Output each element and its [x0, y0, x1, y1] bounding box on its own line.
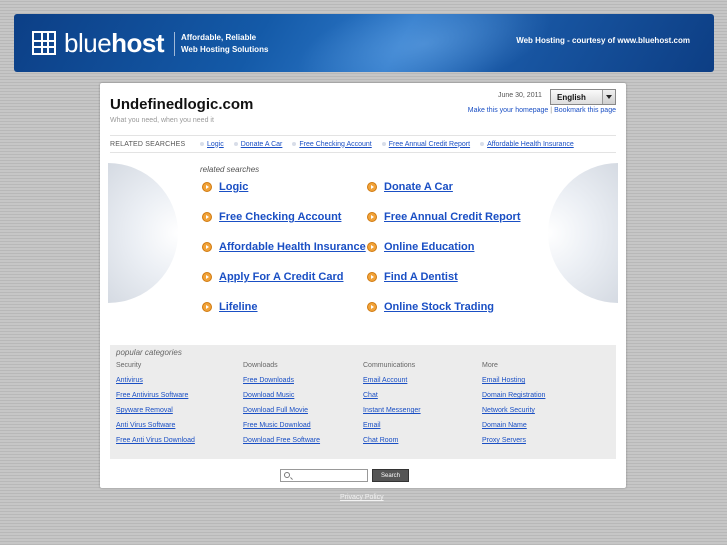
- category-column-security: Security Antivirus Free Antivirus Softwa…: [116, 362, 195, 452]
- popular-categories: popular categories Security Antivirus Fr…: [110, 345, 616, 459]
- category-link[interactable]: Email: [363, 422, 421, 437]
- site-subtitle: What you need, when you need it: [110, 117, 214, 124]
- search-form: Search: [280, 469, 410, 482]
- related-searches-label: related searches: [200, 165, 260, 174]
- search-input[interactable]: [280, 469, 368, 482]
- related-bar-link[interactable]: Donate A Car: [233, 141, 282, 148]
- category-link[interactable]: Download Full Movie: [243, 407, 320, 422]
- related-bar-link[interactable]: Free Checking Account: [292, 141, 372, 148]
- arrow-right-icon: [367, 302, 377, 312]
- category-link[interactable]: Download Music: [243, 392, 320, 407]
- date-label: June 30, 2011: [498, 92, 542, 99]
- site-title: Undefinedlogic.com: [110, 96, 254, 113]
- tagline-line2: Web Hosting Solutions: [181, 45, 269, 54]
- language-value: English: [557, 93, 586, 102]
- grid-logo-icon: [32, 31, 56, 55]
- related-searches-bar: RELATED SEARCHES Logic Donate A Car Free…: [110, 135, 616, 153]
- category-link[interactable]: Antivirus: [116, 377, 195, 392]
- globe-decoration-right: [548, 163, 618, 303]
- category-link[interactable]: Domain Registration: [482, 392, 545, 407]
- separator: |: [550, 107, 553, 114]
- related-bar-link[interactable]: Free Annual Credit Report: [381, 141, 470, 148]
- category-heading: More: [482, 362, 498, 369]
- related-search-link[interactable]: Lifeline: [202, 301, 258, 313]
- arrow-right-icon: [367, 212, 377, 222]
- bluehost-logo[interactable]: bluehost: [32, 27, 165, 59]
- category-link[interactable]: Proxy Servers: [482, 437, 545, 452]
- category-link[interactable]: Anti Virus Software: [116, 422, 195, 437]
- related-search-link[interactable]: Online Stock Trading: [367, 301, 494, 313]
- category-column-communications: Communications Email Account Chat Instan…: [363, 362, 421, 452]
- privacy-policy-link[interactable]: Privacy Policy: [340, 494, 384, 501]
- category-link[interactable]: Domain Name: [482, 422, 545, 437]
- related-bar-label: RELATED SEARCHES: [110, 140, 186, 148]
- category-link[interactable]: Chat Room: [363, 437, 421, 452]
- bluehost-header: bluehost Affordable, Reliable Web Hostin…: [14, 14, 714, 72]
- category-column-downloads: Downloads Free Downloads Download Music …: [243, 362, 320, 452]
- related-search-link[interactable]: Free Annual Credit Report: [367, 211, 521, 223]
- tagline-line1: Affordable, Reliable: [181, 33, 257, 42]
- bookmark-link[interactable]: Bookmark this page: [554, 107, 616, 114]
- category-column-more: More Email Hosting Domain Registration N…: [482, 362, 545, 452]
- related-bar-link[interactable]: Affordable Health Insurance: [480, 141, 574, 148]
- category-link[interactable]: Email Account: [363, 377, 421, 392]
- category-link[interactable]: Network Security: [482, 407, 545, 422]
- category-link[interactable]: Email Hosting: [482, 377, 545, 392]
- search-icon: [284, 472, 290, 478]
- related-search-link[interactable]: Find A Dentist: [367, 271, 458, 283]
- arrow-right-icon: [367, 242, 377, 252]
- category-link[interactable]: Free Downloads: [243, 377, 320, 392]
- related-search-link[interactable]: Donate A Car: [367, 181, 453, 193]
- category-link[interactable]: Free Antivirus Software: [116, 392, 195, 407]
- category-link[interactable]: Free Anti Virus Download: [116, 437, 195, 452]
- related-search-link[interactable]: Free Checking Account: [202, 211, 341, 223]
- related-search-link[interactable]: Apply For A Credit Card: [202, 271, 343, 283]
- popular-categories-title: popular categories: [116, 348, 182, 357]
- tagline: Affordable, Reliable Web Hosting Solutio…: [174, 32, 284, 56]
- related-search-link[interactable]: Affordable Health Insurance: [202, 241, 366, 253]
- arrow-right-icon: [367, 182, 377, 192]
- related-search-link[interactable]: Logic: [202, 181, 248, 193]
- arrow-right-icon: [202, 272, 212, 282]
- category-heading: Communications: [363, 362, 416, 369]
- arrow-right-icon: [367, 272, 377, 282]
- category-heading: Security: [116, 362, 142, 369]
- arrow-right-icon: [202, 182, 212, 192]
- category-link[interactable]: Spyware Removal: [116, 407, 195, 422]
- category-heading: Downloads: [243, 362, 278, 369]
- chevron-down-icon: [602, 90, 615, 104]
- search-button[interactable]: Search: [372, 469, 410, 482]
- language-select[interactable]: English: [550, 89, 616, 105]
- related-bar-link[interactable]: Logic: [200, 141, 224, 148]
- category-link[interactable]: Free Music Download: [243, 422, 320, 437]
- courtesy-link[interactable]: Web Hosting - courtesy of www.bluehost.c…: [516, 36, 690, 45]
- arrow-right-icon: [202, 212, 212, 222]
- main-card: Undefinedlogic.com What you need, when y…: [100, 83, 626, 488]
- logo-text: bluehost: [64, 27, 165, 58]
- category-link[interactable]: Download Free Software: [243, 437, 320, 452]
- related-search-link[interactable]: Online Education: [367, 241, 474, 253]
- arrow-right-icon: [202, 242, 212, 252]
- homepage-links: Make this your homepage | Bookmark this pa…: [468, 107, 616, 114]
- globe-decoration-left: [108, 163, 178, 303]
- category-link[interactable]: Chat: [363, 392, 421, 407]
- make-homepage-link[interactable]: Make this your homepage: [468, 107, 549, 114]
- category-link[interactable]: Instant Messenger: [363, 407, 421, 422]
- arrow-right-icon: [202, 302, 212, 312]
